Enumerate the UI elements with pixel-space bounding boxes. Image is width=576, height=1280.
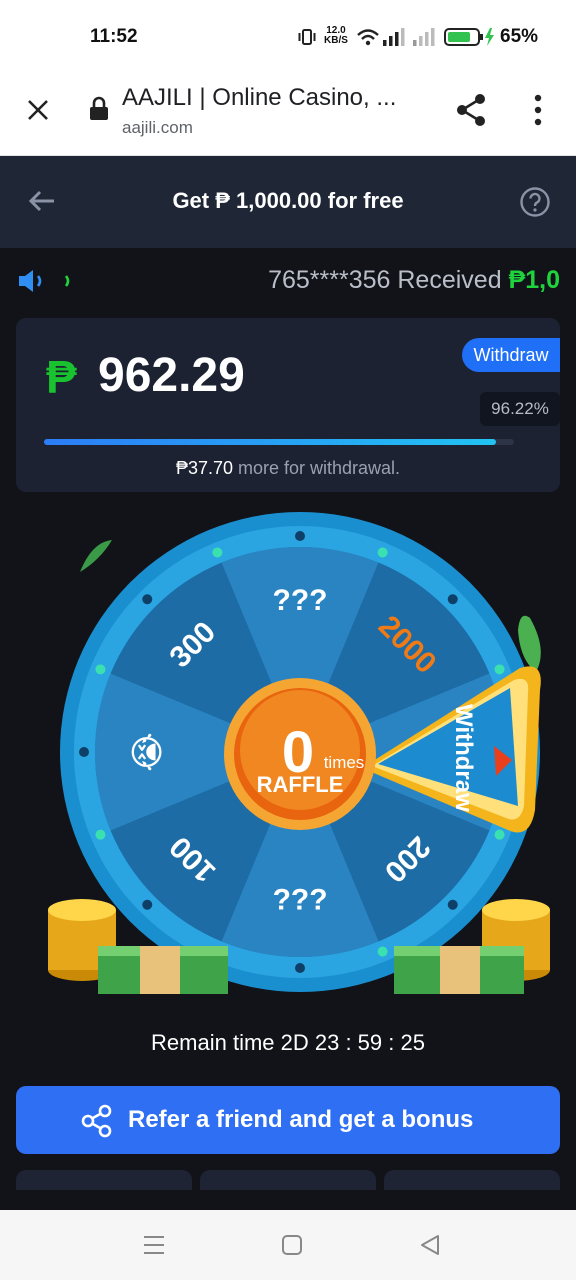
back-icon[interactable] — [418, 1234, 442, 1256]
wifi-icon — [357, 29, 379, 46]
home-icon[interactable] — [280, 1234, 304, 1256]
rim-dot — [494, 829, 505, 840]
wheel-segment-label: ¿¿¿ — [273, 887, 328, 920]
ticker-text: 765****356 Received — [268, 266, 509, 294]
status-time: 11:52 — [90, 26, 138, 47]
lock-icon — [90, 96, 108, 120]
signal-icon-2 — [413, 28, 435, 46]
rim-dot — [212, 547, 223, 558]
share-nodes-icon — [81, 1104, 112, 1138]
rim-dot — [447, 899, 458, 910]
help-icon[interactable] — [519, 186, 551, 218]
card-tab-3[interactable] — [384, 1170, 560, 1190]
withdrawal-note: ₱37.70 more for withdrawal. — [16, 458, 560, 479]
browser-toolbar: AAJILI | Online Casino, ... aajili.com — [0, 72, 576, 156]
card-tab-2[interactable] — [200, 1170, 376, 1190]
rim-dot — [295, 531, 305, 541]
raffle-wheel-area: ???2000200¿¿¿100😭300 Withdraw 0 times RA… — [48, 512, 550, 994]
remain-time: Remain time 2D 23 : 59 : 25 — [151, 1030, 425, 1055]
wheel-withdraw-label: Withdraw — [450, 704, 477, 812]
rim-dot — [142, 594, 153, 605]
card-tab-1[interactable] — [16, 1170, 192, 1190]
withdrawal-note-text: more for withdrawal. — [233, 458, 401, 478]
network-speed: 12.0 KB/S — [324, 25, 348, 46]
system-nav-bar — [0, 1210, 576, 1280]
refer-label: Refer a friend and get a bonus — [128, 1106, 474, 1133]
menu-icon[interactable] — [142, 1234, 166, 1256]
rim-dot — [295, 963, 305, 973]
rim-dot — [95, 664, 106, 675]
status-bar: 11:52 12.0 KB/S 65% — [0, 0, 576, 72]
refer-friend-button[interactable]: Refer a friend and get a bonus — [16, 1086, 560, 1154]
progress-fill — [44, 439, 497, 445]
ticker-amount: ₱1,0 — [508, 266, 560, 294]
vibrate-icon — [298, 29, 316, 45]
winner-ticker: 765****356 Received ₱1,0 — [0, 248, 576, 312]
ticker-message: 765****356 Received ₱1,0 — [268, 266, 560, 295]
more-menu-icon[interactable] — [532, 94, 544, 126]
page-header: Get ₱ 1,000.00 for free — [0, 156, 576, 248]
wheel-segment-label: ??? — [273, 584, 328, 617]
rim-dot — [494, 664, 505, 675]
progress-percent: 96.22% — [480, 392, 560, 426]
currency-symbol: ₱ — [46, 351, 77, 403]
page-title: AAJILI | Online Casino, ... — [122, 84, 397, 111]
page-url[interactable]: aajili.com — [122, 118, 193, 138]
rim-dot — [447, 594, 458, 605]
balance-card: ₱ 962.29 Withdraw 96.22% ₱37.70 more for… — [16, 318, 560, 492]
raffle-button[interactable]: 0 times RAFFLE — [224, 678, 376, 830]
battery-icon — [444, 28, 494, 46]
withdraw-button[interactable]: Withdraw — [462, 338, 560, 372]
speaker-icon[interactable] — [16, 268, 74, 294]
rim-dot — [79, 747, 89, 757]
battery-percent: 65% — [500, 26, 539, 47]
remaining-amount: ₱37.70 — [175, 458, 233, 478]
rim-dot — [142, 899, 153, 910]
raffle-label: RAFFLE — [257, 772, 344, 797]
rim-dot — [95, 829, 106, 840]
signal-icon-1 — [383, 28, 405, 46]
close-icon[interactable] — [26, 98, 50, 122]
share-icon[interactable] — [454, 92, 488, 128]
rim-dot — [377, 547, 388, 558]
rim-dot — [377, 946, 388, 957]
raffle-times: times — [324, 753, 365, 772]
progress-track — [44, 439, 514, 445]
balance-amount: 962.29 — [98, 349, 245, 402]
wheel-segment-label: 😭 — [129, 732, 167, 772]
header-title: Get ₱ 1,000.00 for free — [172, 188, 404, 213]
